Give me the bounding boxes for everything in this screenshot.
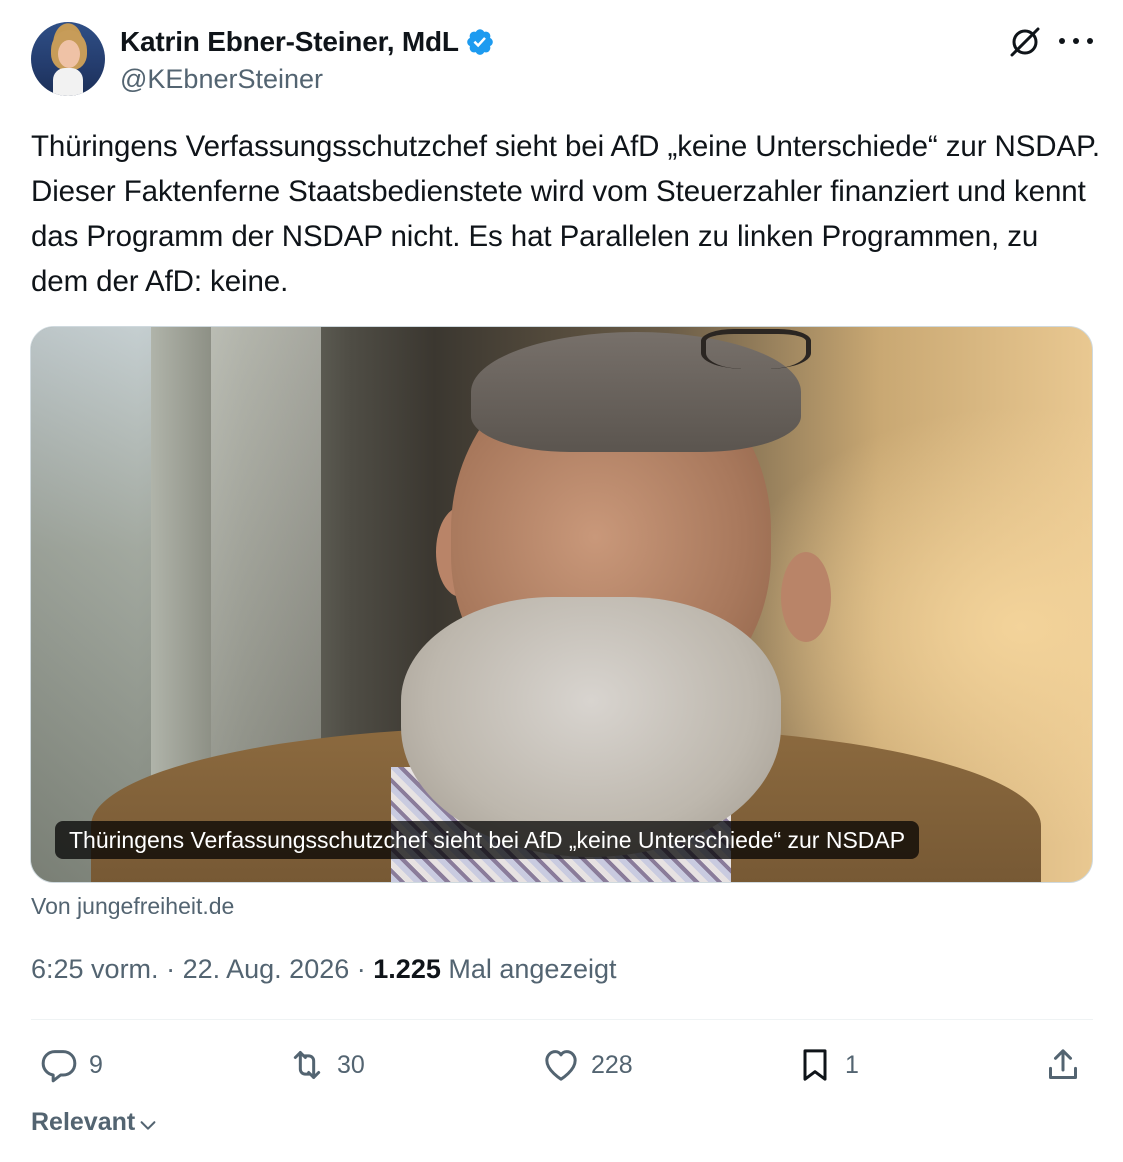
tweet-header: Katrin Ebner-Steiner, MdL @KEbnerSteiner [31,22,1093,100]
meta-separator: · [166,954,176,984]
reply-button[interactable]: 9 [39,1040,103,1090]
retweet-count: 30 [337,1050,365,1079]
photo-beard [401,597,781,857]
tweet-time[interactable]: 6:25 vorm. [31,954,159,984]
author-avatar[interactable] [31,22,105,96]
author-display-name[interactable]: Katrin Ebner-Steiner, MdL [120,26,495,58]
grok-icon[interactable] [1007,24,1043,60]
author-display-name-text: Katrin Ebner-Steiner, MdL [120,26,459,57]
tweet-meta: 6:25 vorm. · 22. Aug. 2026 · 1.225 Mal a… [31,954,616,985]
sort-label: Relevant [31,1108,136,1136]
like-button[interactable]: 228 [541,1040,633,1090]
divider [31,1019,1093,1020]
verified-badge-icon[interactable] [465,27,495,57]
heart-icon [545,1050,577,1081]
retweet-icon [293,1051,321,1079]
avatar-shirt [53,68,83,96]
meta-separator: · [356,954,366,984]
bookmark-count: 1 [845,1050,859,1079]
bookmark-icon [803,1049,827,1081]
more-options-icon[interactable] [1059,30,1093,52]
link-card-caption: Thüringens Verfassungsschutzchef sieht b… [55,821,920,859]
chevron-down-icon [140,1120,156,1130]
author-handle[interactable]: @KEbnerSteiner [120,64,495,95]
reply-count: 9 [89,1050,103,1079]
link-preview-card[interactable]: Thüringens Verfassungsschutzchef sieht b… [30,326,1093,883]
reply-icon [41,1050,77,1083]
views-label: Mal angezeigt [448,954,617,984]
author-names: Katrin Ebner-Steiner, MdL @KEbnerSteiner [120,26,495,95]
avatar-face [58,40,80,68]
share-icon [1049,1049,1077,1079]
link-source[interactable]: Von jungefreiheit.de [31,893,234,920]
tweet-date[interactable]: 22. Aug. 2026 [183,954,350,984]
more-dot [1087,38,1093,44]
action-bar: 9 30 228 1 [31,1040,1093,1090]
photo-glasses [701,329,811,369]
views-count: 1.225 [373,954,441,984]
more-dot [1073,38,1079,44]
reply-sort-dropdown[interactable]: Relevant [31,1108,159,1137]
photo-ear-right [781,552,831,642]
more-dot [1059,38,1065,44]
like-count: 228 [591,1050,633,1079]
share-button[interactable] [1043,1040,1083,1090]
retweet-button[interactable]: 30 [287,1040,365,1090]
tweet-text: Thüringens Verfassungsschutzchef sieht b… [31,130,1100,298]
bookmark-button[interactable]: 1 [795,1040,859,1090]
